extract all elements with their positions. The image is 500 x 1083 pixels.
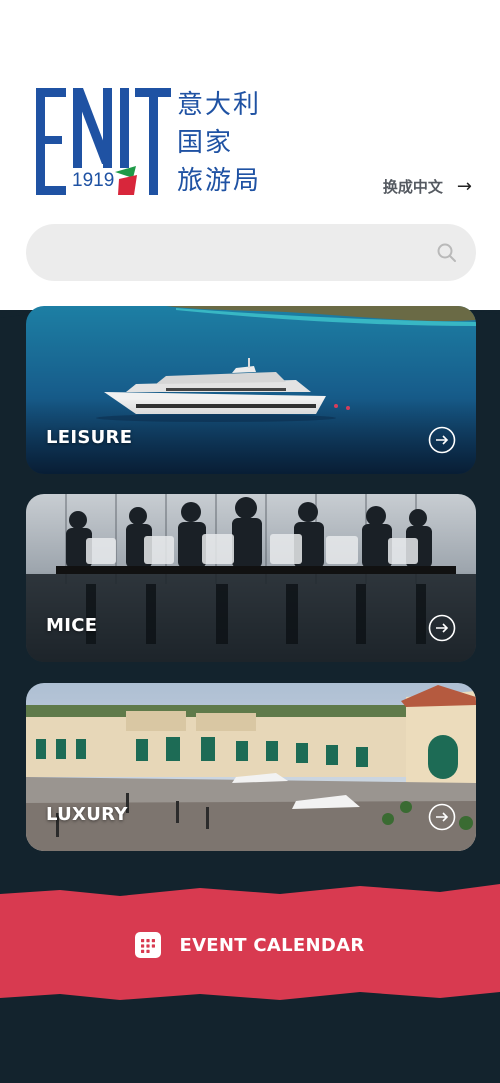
category-card-luxury[interactable]: LUXURY xyxy=(26,683,476,851)
arrow-right-circle-icon[interactable] xyxy=(428,426,456,454)
language-switch-label: 换成中文 xyxy=(382,178,443,196)
search-input[interactable] xyxy=(26,224,476,281)
mice-image xyxy=(26,494,476,662)
language-switch-button[interactable]: 换成中文 → xyxy=(383,176,472,197)
search-icon[interactable] xyxy=(436,242,458,264)
arrow-right-circle-icon[interactable] xyxy=(428,803,456,831)
card-label-mice: MICE xyxy=(46,615,98,636)
leisure-image xyxy=(26,306,476,474)
category-card-leisure[interactable]: LEISURE xyxy=(26,306,476,474)
logo-cn-line-1: 意大利 xyxy=(177,90,262,120)
logo-cn-line-2: 国家 xyxy=(177,128,234,158)
enit-logo: 1919 意大利 国家 旅游局 xyxy=(36,86,276,198)
event-calendar-label: EVENT CALENDAR xyxy=(179,934,365,956)
calendar-grid-icon xyxy=(135,932,162,958)
luxury-image xyxy=(26,683,476,851)
arrow-right-circle-icon[interactable] xyxy=(428,614,456,642)
category-card-mice[interactable]: MICE xyxy=(26,494,476,662)
logo-year: 1919 xyxy=(72,170,115,191)
card-label-leisure: LEISURE xyxy=(46,427,133,448)
arrow-right-icon: → xyxy=(456,176,472,197)
event-calendar-button[interactable]: EVENT CALENDAR xyxy=(0,905,500,985)
logo-cn-line-3: 旅游局 xyxy=(177,166,262,196)
card-label-luxury: LUXURY xyxy=(46,804,128,825)
logo-chinese-name: 意大利 国家 旅游局 xyxy=(177,86,261,200)
